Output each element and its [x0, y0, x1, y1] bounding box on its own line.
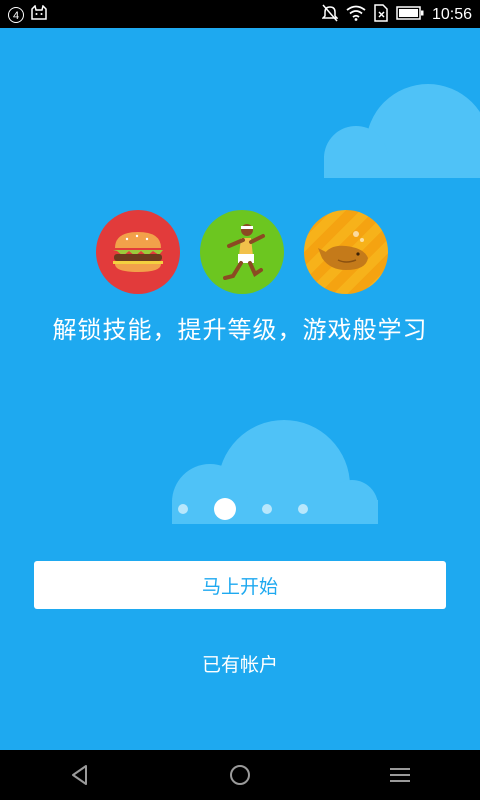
- existing-account-link[interactable]: 已有帐户: [0, 650, 480, 677]
- sim-card-icon: [374, 4, 388, 26]
- status-left-icons: 4: [8, 4, 48, 25]
- battery-icon: [396, 6, 424, 24]
- tagline: 解锁技能，提升等级，游戏般学习: [52, 316, 428, 344]
- page-dot-1: [178, 504, 188, 514]
- status-right-icons: 10:56: [321, 4, 472, 26]
- menu-icon[interactable]: [389, 763, 411, 791]
- cat-app-icon: [30, 4, 48, 25]
- badge-sport: [200, 210, 284, 294]
- home-icon[interactable]: [229, 763, 251, 791]
- badge-food: [96, 210, 180, 294]
- page-indicator: [178, 498, 308, 520]
- page-dot-3: [262, 504, 272, 514]
- cloud-decoration-top: [324, 84, 480, 178]
- onboarding-screen: 解锁技能，提升等级，游戏般学习 马上开始 已有帐户: [0, 28, 480, 750]
- badge-ocean: [304, 210, 388, 294]
- back-icon[interactable]: [70, 763, 90, 791]
- navigation-bar: [0, 750, 480, 800]
- runner-icon: [223, 224, 265, 280]
- whale-icon: [318, 231, 368, 270]
- status-bar: 4 10:56: [0, 0, 480, 28]
- page-dot-2-active: [214, 498, 236, 520]
- page-dot-4: [298, 504, 308, 514]
- mute-icon: [321, 4, 339, 26]
- clock: 10:56: [431, 6, 472, 23]
- wifi-icon: [346, 5, 366, 25]
- feature-badges: [96, 210, 388, 294]
- start-now-button[interactable]: 马上开始: [34, 561, 446, 609]
- burger-icon: [113, 232, 163, 272]
- notification-count-icon: 4: [8, 7, 24, 23]
